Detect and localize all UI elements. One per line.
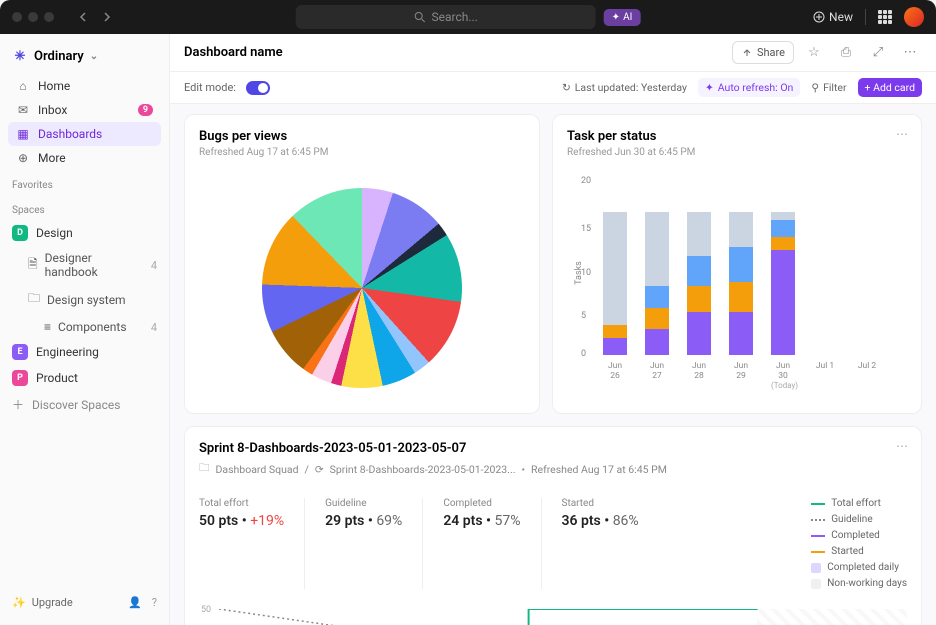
sidebar-item-more[interactable]: ⊕More [8,146,161,170]
favorites-label: Favorites [8,170,161,195]
card-bugs-per-views: Bugs per views Refreshed Aug 17 at 6:45 … [184,114,540,414]
new-button[interactable]: New [813,10,853,24]
spaces-label: Spaces [8,195,161,220]
sub-design-system[interactable]: 🗀Design system [8,284,161,315]
plus-icon: ＋ [12,396,24,413]
toolbar: Edit mode: ↻ Last updated: Yesterday ✦ A… [170,72,936,104]
titlebar: Search... ✦ AI New [0,0,936,34]
home-icon: ⌂ [16,79,30,93]
search-placeholder: Search... [431,10,477,24]
nav-forward-button[interactable] [98,9,114,25]
stat-total-effort: Total effort50 pts • +19% [199,498,304,589]
add-card-button[interactable]: + Add card [858,78,922,97]
ai-button[interactable]: ✦ AI [604,9,641,26]
sub-components[interactable]: ≡Components4 [8,315,161,339]
folder-icon: 🗀 [199,460,210,478]
auto-refresh-chip[interactable]: ✦ Auto refresh: On [698,78,800,97]
last-updated-chip[interactable]: ↻ Last updated: Yesterday [555,78,694,97]
share-button[interactable]: Share [732,41,794,64]
workspace-logo-icon: ✳ [12,48,28,64]
sidebar-item-home[interactable]: ⌂Home [8,74,161,98]
help-icon[interactable]: ? [152,596,157,609]
edit-mode-toggle[interactable] [246,81,270,95]
stat-completed: Completed24 pts • 57% [422,498,540,589]
sub-designer-handbook[interactable]: 🗎Designer handbook4 [8,246,161,284]
print-icon[interactable]: ⎙ [834,41,858,65]
stat-guideline: Guideline29 pts • 69% [304,498,422,589]
apps-icon[interactable] [878,10,892,24]
avatar[interactable] [904,7,924,27]
chevron-down-icon: ⌄ [90,51,98,62]
card-task-per-status: ⋯ Task per status Refreshed Jun 30 at 6:… [552,114,922,414]
user-icon[interactable]: 👤 [128,596,142,609]
search-input[interactable]: Search... [296,5,596,29]
sidebar: ✳ Ordinary ⌄ ⌂Home ✉Inbox9 ▦Dashboards ⊕… [0,34,170,625]
edit-mode-label: Edit mode: [184,81,236,94]
folder-icon: 🗀 [28,289,40,310]
doc-icon: 🗎 [28,255,38,276]
stacked-bar-chart: Tasks 20 15 10 5 0 [603,180,907,355]
upgrade-button[interactable]: Upgrade [32,596,73,609]
inbox-icon: ✉ [16,103,30,117]
traffic-lights [12,12,54,22]
pie-chart [262,188,462,388]
page-title: Dashboard name [184,45,283,60]
breadcrumb: 🗀Dashboard Squad/ ⟳Sprint 8-Dashboards-2… [199,460,907,478]
page-header: Dashboard name Share ☆ ⎙ ⤢ ⋯ [170,34,936,72]
sidebar-item-dashboards[interactable]: ▦Dashboards [8,122,161,146]
card-menu-icon[interactable]: ⋯ [896,127,909,141]
star-icon[interactable]: ☆ [802,41,826,65]
sprint-icon: ⟳ [315,463,324,476]
filter-button[interactable]: ⚲ Filter [804,78,853,97]
nav-back-button[interactable] [76,9,92,25]
workspace-switcher[interactable]: ✳ Ordinary ⌄ [8,42,161,74]
space-engineering[interactable]: EEngineering [8,339,161,365]
burndown-chart: 50 40 30 [219,609,907,625]
card-menu-icon[interactable]: ⋯ [896,439,909,453]
discover-spaces[interactable]: ＋Discover Spaces [8,391,161,418]
inbox-badge: 9 [138,104,153,116]
card-sprint: ⋯ Sprint 8-Dashboards-2023-05-01-2023-05… [184,426,922,625]
list-icon: ≡ [44,320,51,334]
more-icon: ⊕ [16,151,30,165]
sparkle-icon: ✨ [12,596,26,609]
dashboard-icon: ▦ [16,127,30,141]
expand-icon[interactable]: ⤢ [866,41,890,65]
more-menu-icon[interactable]: ⋯ [898,41,922,65]
sidebar-item-inbox[interactable]: ✉Inbox9 [8,98,161,122]
stat-started: Started36 pts • 86% [541,498,659,589]
space-product[interactable]: PProduct [8,365,161,391]
space-design[interactable]: DDesign [8,220,161,246]
chart-legend: Total effort Guideline Completed Started… [791,498,907,589]
